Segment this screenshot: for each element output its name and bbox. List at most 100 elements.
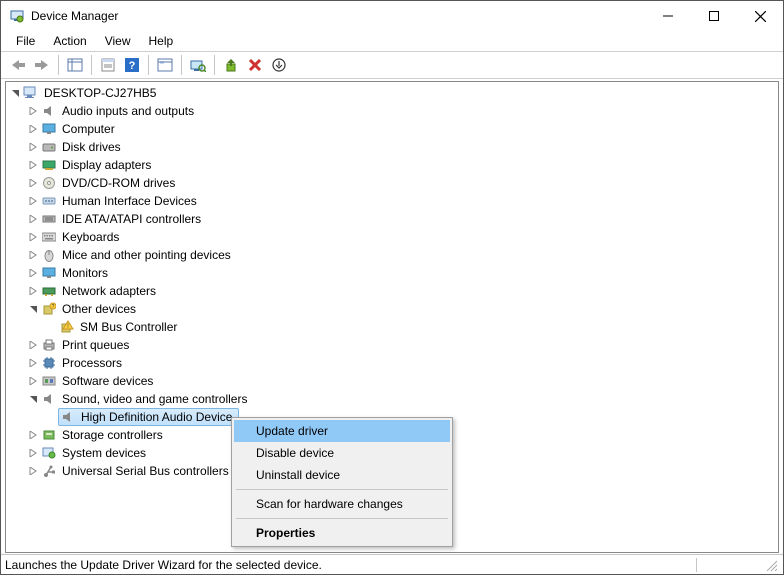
properties-button[interactable] xyxy=(97,54,119,76)
tree-node-label: Mice and other pointing devices xyxy=(60,248,233,262)
chevron-right-icon[interactable] xyxy=(26,140,40,154)
cpu-icon xyxy=(40,355,58,371)
chevron-right-icon[interactable] xyxy=(26,158,40,172)
forward-button[interactable] xyxy=(31,54,53,76)
chevron-right-icon[interactable] xyxy=(26,212,40,226)
chevron-right-icon[interactable] xyxy=(26,338,40,352)
tree-node-label: DVD/CD-ROM drives xyxy=(60,176,177,190)
tree-node-other[interactable]: ? Other devices xyxy=(26,300,778,318)
chevron-down-icon[interactable] xyxy=(26,392,40,406)
tree-node-processors[interactable]: Processors xyxy=(26,354,778,372)
statusbar-text: Launches the Update Driver Wizard for th… xyxy=(5,558,697,572)
tree-node-display[interactable]: Display adapters xyxy=(26,156,778,174)
chevron-right-icon[interactable] xyxy=(26,194,40,208)
monitor-icon xyxy=(40,265,58,281)
controller-icon xyxy=(40,211,58,227)
unknown-icon: ? xyxy=(40,301,58,317)
chevron-right-icon[interactable] xyxy=(26,104,40,118)
tree-node-network[interactable]: Network adapters xyxy=(26,282,778,300)
speaker-icon xyxy=(59,409,77,425)
warning-icon: ! xyxy=(58,319,76,335)
tree-node-computer[interactable]: Computer xyxy=(26,120,778,138)
resize-grip[interactable] xyxy=(765,559,779,571)
chevron-right-icon[interactable] xyxy=(26,248,40,262)
show-hide-tree-button[interactable] xyxy=(64,54,86,76)
tree-node-keyboards[interactable]: Keyboards xyxy=(26,228,778,246)
context-menu-scan[interactable]: Scan for hardware changes xyxy=(234,493,450,515)
tree-node-software[interactable]: Software devices xyxy=(26,372,778,390)
chevron-right-icon[interactable] xyxy=(26,374,40,388)
mouse-icon xyxy=(40,247,58,263)
chevron-right-icon[interactable] xyxy=(26,356,40,370)
context-menu-disable[interactable]: Disable device xyxy=(234,442,450,464)
gpu-icon xyxy=(40,157,58,173)
toolbar-separator xyxy=(214,55,215,75)
chevron-right-icon[interactable] xyxy=(26,464,40,478)
context-menu-label: Uninstall device xyxy=(256,468,340,482)
tree-node-label: Sound, video and game controllers xyxy=(60,392,249,406)
network-icon xyxy=(40,283,58,299)
tree-node-label: High Definition Audio Device xyxy=(79,410,238,424)
context-menu-label: Disable device xyxy=(256,446,334,460)
window-controls xyxy=(645,1,783,31)
menubar: File Action View Help xyxy=(1,31,783,51)
tree-node-hid[interactable]: Human Interface Devices xyxy=(26,192,778,210)
menu-separator xyxy=(236,518,448,519)
tree-node-mice[interactable]: Mice and other pointing devices xyxy=(26,246,778,264)
back-button[interactable] xyxy=(7,54,29,76)
tree-node-label: Storage controllers xyxy=(60,428,165,442)
menu-help[interactable]: Help xyxy=(140,33,183,49)
context-menu-label: Scan for hardware changes xyxy=(256,497,403,511)
tree-node-label: IDE ATA/ATAPI controllers xyxy=(60,212,203,226)
tree-node-ide[interactable]: IDE ATA/ATAPI controllers xyxy=(26,210,778,228)
toolbar-separator xyxy=(91,55,92,75)
menu-action[interactable]: Action xyxy=(44,33,95,49)
chevron-right-icon[interactable] xyxy=(26,230,40,244)
context-menu-update[interactable]: Update driver xyxy=(234,420,450,442)
chevron-right-icon[interactable] xyxy=(26,284,40,298)
context-menu-uninstall[interactable]: Uninstall device xyxy=(234,464,450,486)
tree-node-label: System devices xyxy=(60,446,148,460)
help-button[interactable]: ? xyxy=(121,54,143,76)
chevron-down-icon[interactable] xyxy=(8,86,22,100)
svg-text:?: ? xyxy=(129,60,136,72)
speaker-icon xyxy=(40,391,58,407)
tree-node-monitors[interactable]: Monitors xyxy=(26,264,778,282)
cd-icon xyxy=(40,175,58,191)
disable-button[interactable] xyxy=(268,54,290,76)
menu-view[interactable]: View xyxy=(96,33,140,49)
tree-node-label: Keyboards xyxy=(60,230,121,244)
context-menu-properties[interactable]: Properties xyxy=(234,522,450,544)
chevron-right-icon[interactable] xyxy=(26,266,40,280)
uninstall-button[interactable] xyxy=(244,54,266,76)
tree-node-disk[interactable]: Disk drives xyxy=(26,138,778,156)
tree-node-label: Monitors xyxy=(60,266,110,280)
tree-node-label: Processors xyxy=(60,356,124,370)
tree-node-audio[interactable]: Audio inputs and outputs xyxy=(26,102,778,120)
tree-node-label: Other devices xyxy=(60,302,138,316)
tree-node-dvd[interactable]: DVD/CD-ROM drives xyxy=(26,174,778,192)
tree-root[interactable]: DESKTOP-CJ27HB5 xyxy=(8,84,778,102)
tree-node-print[interactable]: Print queues xyxy=(26,336,778,354)
tree-node-sound[interactable]: Sound, video and game controllers xyxy=(26,390,778,408)
hid-icon xyxy=(40,193,58,209)
chevron-right-icon[interactable] xyxy=(26,446,40,460)
scan-hardware-button[interactable] xyxy=(187,54,209,76)
chevron-right-icon[interactable] xyxy=(26,122,40,136)
tree-node-label: SM Bus Controller xyxy=(78,320,179,334)
action-button[interactable] xyxy=(154,54,176,76)
minimize-button[interactable] xyxy=(645,1,691,31)
update-driver-button[interactable] xyxy=(220,54,242,76)
system-icon xyxy=(40,445,58,461)
menu-file[interactable]: File xyxy=(7,33,44,49)
chevron-down-icon[interactable] xyxy=(26,302,40,316)
chevron-right-icon[interactable] xyxy=(26,176,40,190)
close-button[interactable] xyxy=(737,1,783,31)
chevron-right-icon[interactable] xyxy=(26,428,40,442)
titlebar: Device Manager xyxy=(1,1,783,31)
svg-text:?: ? xyxy=(52,304,55,310)
context-menu: Update driver Disable device Uninstall d… xyxy=(231,417,453,547)
software-icon xyxy=(40,373,58,389)
tree-node-smbus[interactable]: ! SM Bus Controller xyxy=(44,318,778,336)
maximize-button[interactable] xyxy=(691,1,737,31)
